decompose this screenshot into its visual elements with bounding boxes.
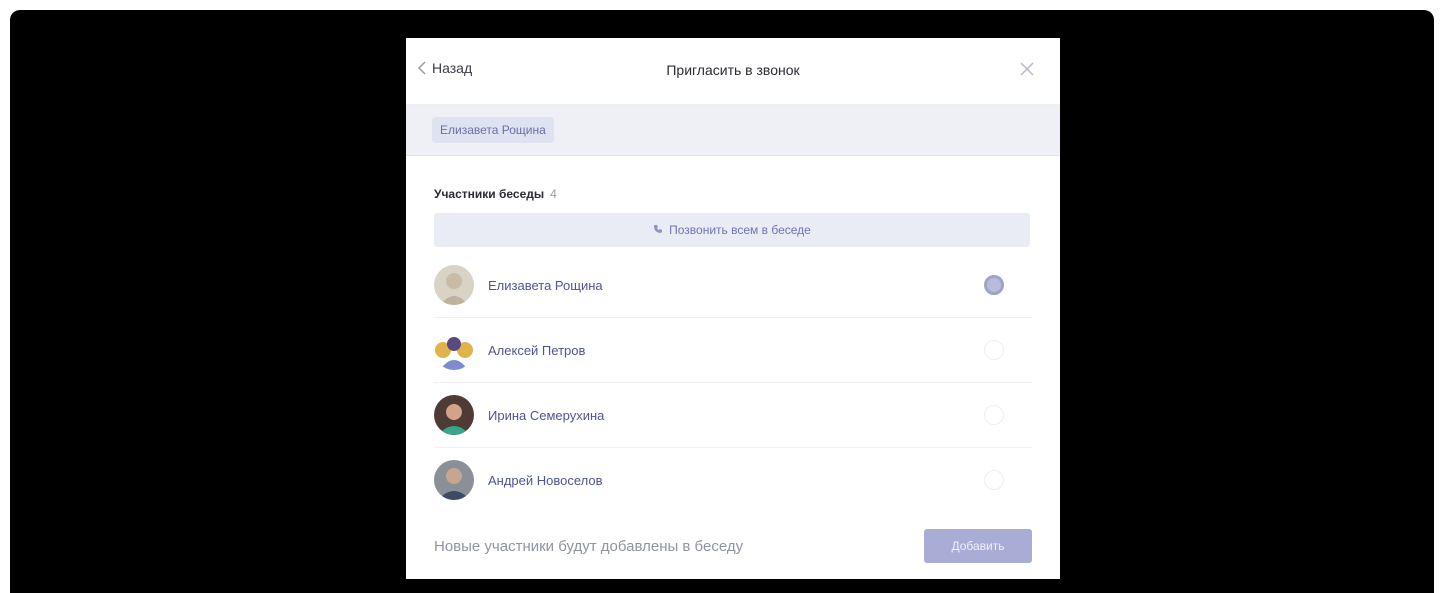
dialog-title: Пригласить в звонок (666, 62, 800, 78)
avatar (434, 265, 474, 305)
dialog-header: Назад Пригласить в звонок (406, 38, 1060, 105)
selected-checkbox[interactable] (984, 275, 1004, 295)
invite-to-call-dialog: Назад Пригласить в звонок Елизавета Рощи… (406, 38, 1060, 579)
participants-count: 4 (550, 187, 557, 201)
avatar (434, 330, 474, 370)
unselected-checkbox[interactable] (984, 470, 1004, 490)
participant-row[interactable]: Елизавета Рощина (434, 253, 1032, 318)
phone-icon (653, 223, 663, 237)
participant-name: Елизавета Рощина (488, 277, 603, 293)
unselected-checkbox[interactable] (984, 340, 1004, 360)
close-icon (1020, 62, 1034, 80)
add-button[interactable]: Добавить (924, 529, 1032, 563)
footer-note: Новые участники будут добавлены в беседу (434, 538, 744, 555)
dialog-footer: Новые участники будут добавлены в беседу… (406, 519, 1060, 579)
close-button[interactable] (1020, 62, 1036, 78)
call-all-label: Позвонить всем в беседе (669, 223, 811, 237)
participant-row[interactable]: Андрей Новоселов (434, 448, 1032, 512)
participant-name: Андрей Новоселов (488, 472, 603, 488)
avatar (434, 460, 474, 500)
call-all-button[interactable]: Позвонить всем в беседе (434, 213, 1030, 247)
participant-row[interactable]: Ирина Семерухина (434, 383, 1032, 448)
participant-name: Ирина Семерухина (488, 407, 605, 423)
section-title: Участники беседы (434, 187, 545, 201)
participant-name: Алексей Петров (488, 342, 586, 358)
avatar (434, 395, 474, 435)
overlay-backdrop: Назад Пригласить в звонок Елизавета Рощи… (10, 10, 1434, 593)
participant-row[interactable]: Алексей Петров (434, 318, 1032, 383)
participants-list: Елизавета Рощина Алексей Петров Ирина Се… (406, 253, 1060, 512)
participants-section-header: Участники беседы 4 (434, 185, 1060, 203)
selected-participant-chip[interactable]: Елизавета Рощина (432, 117, 554, 143)
unselected-checkbox[interactable] (984, 405, 1004, 425)
selected-participants-bar: Елизавета Рощина (406, 105, 1060, 156)
